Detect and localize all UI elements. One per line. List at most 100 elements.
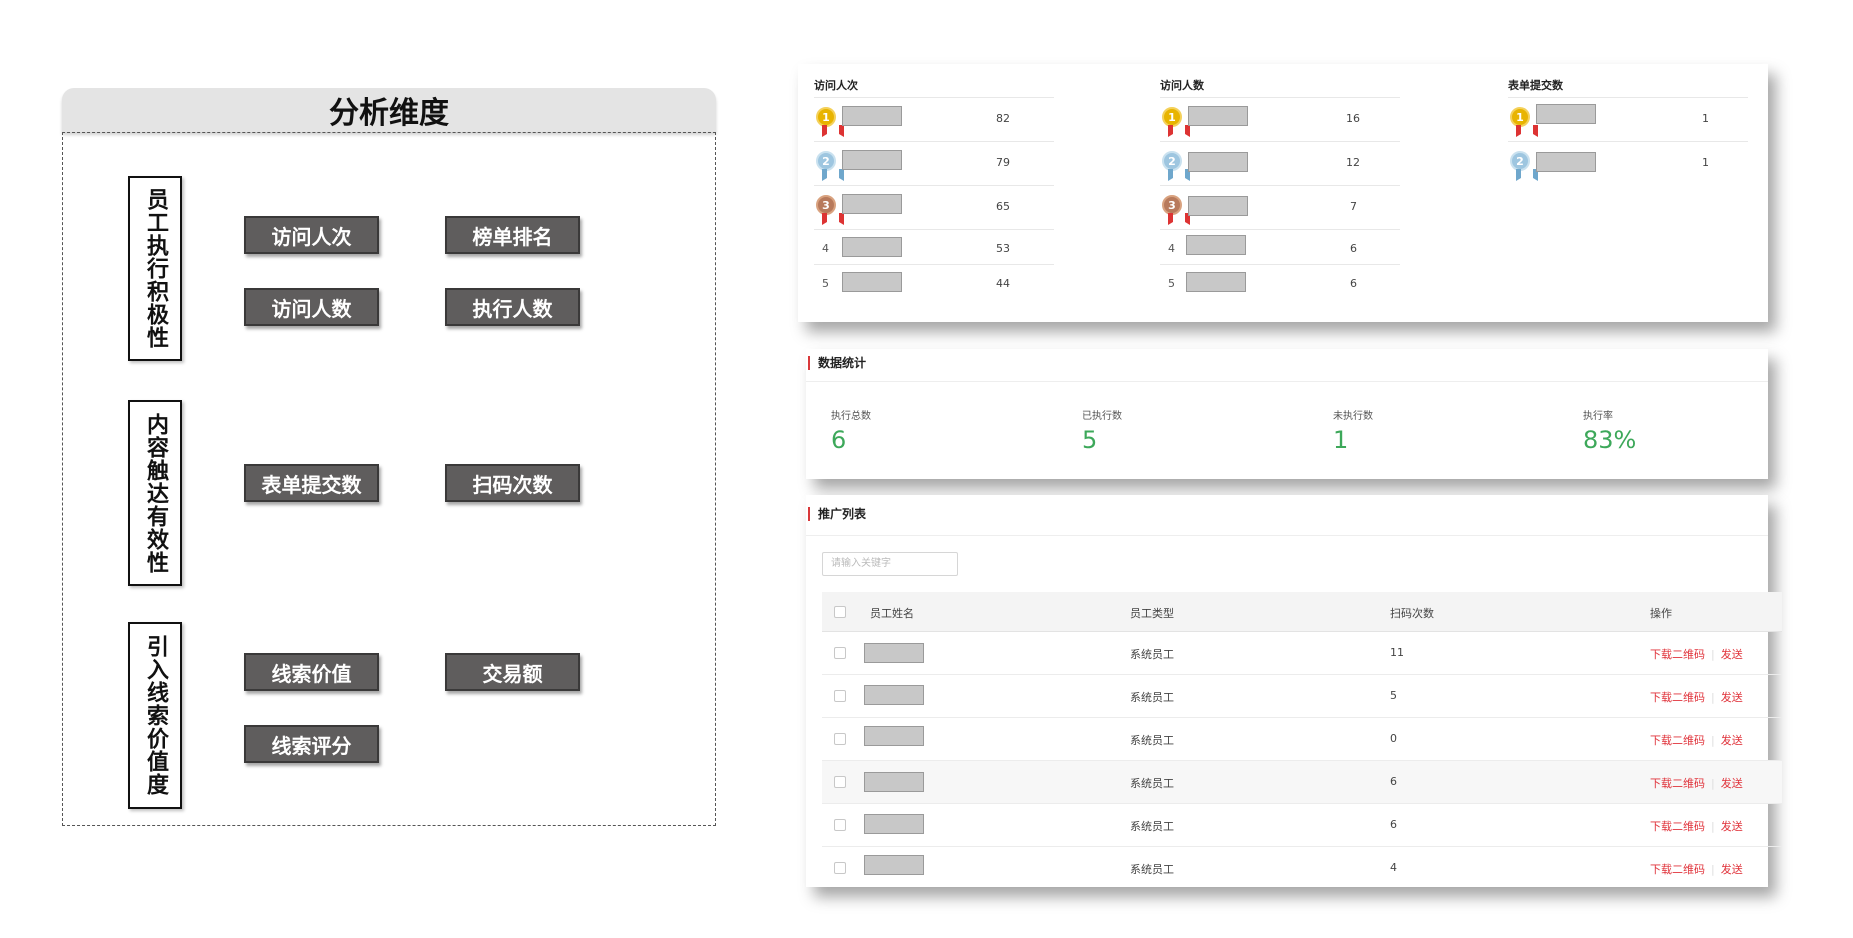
group-label-lead-value: 引入线索价值度	[128, 622, 182, 809]
stat-total: 执行总数 6	[831, 407, 871, 454]
gold-medal-icon: 1	[1510, 107, 1538, 137]
tag-lead-value: 线索价值	[244, 653, 379, 691]
stats-title: 数据统计	[808, 356, 866, 370]
promo-list-title: 推广列表	[808, 507, 866, 521]
ranking-title: 访问人次	[814, 74, 1054, 98]
download-qr-link[interactable]: 下载二维码	[1650, 820, 1705, 833]
redacted-avatar	[1188, 196, 1248, 216]
stat-value: 5	[1082, 426, 1098, 454]
row-actions: 下载二维码 | 发送	[1650, 818, 1743, 834]
ranking-form-submits: 表单提交数 1 1 2 1	[1508, 74, 1748, 186]
stat-value: 83%	[1583, 426, 1637, 454]
ranking-visits: 访问人次 1 82 2 79 3 65 4 53 5 44	[814, 74, 1054, 300]
redacted-name	[864, 772, 924, 792]
ranking-title: 表单提交数	[1508, 74, 1748, 98]
row-actions: 下载二维码 | 发送	[1650, 689, 1743, 705]
col-employee-type[interactable]: 员工类型	[1130, 605, 1174, 621]
redacted-avatar	[842, 237, 902, 257]
download-qr-link[interactable]: 下载二维码	[1650, 777, 1705, 790]
send-link[interactable]: 发送	[1721, 863, 1743, 876]
scan-count: 4	[1390, 861, 1397, 874]
analysis-title: 分析维度	[62, 88, 716, 132]
scan-count: 6	[1390, 818, 1397, 831]
rank-number: 4	[1168, 242, 1175, 255]
select-all-checkbox[interactable]	[834, 606, 846, 618]
download-qr-link[interactable]: 下载二维码	[1650, 691, 1705, 704]
tag-form-submits: 表单提交数	[244, 464, 379, 502]
action-separator: |	[1711, 820, 1715, 833]
employee-type: 系统员工	[1130, 820, 1174, 833]
gold-medal-icon: 1	[1162, 107, 1190, 137]
row-checkbox[interactable]	[834, 776, 846, 788]
stat-label: 未执行数	[1333, 411, 1373, 422]
tag-visit-count: 访问人次	[244, 216, 379, 254]
action-separator: |	[1711, 777, 1715, 790]
stat-value: 1	[1333, 426, 1349, 454]
redacted-avatar	[1186, 272, 1246, 292]
redacted-name	[864, 685, 924, 705]
ranking-title: 访问人数	[1160, 74, 1400, 98]
row-checkbox[interactable]	[834, 647, 846, 659]
tag-visitor-count: 访问人数	[244, 288, 379, 326]
redacted-name	[864, 855, 924, 875]
ranking-visitors: 访问人数 1 16 2 12 3 7 4 6 5 6	[1160, 74, 1400, 300]
silver-medal-icon: 2	[816, 151, 844, 181]
rank-value: 12	[1346, 156, 1360, 169]
keyword-search-input[interactable]: 请输入关键字	[822, 552, 958, 576]
silver-medal-icon: 2	[1162, 151, 1190, 181]
stat-rate: 执行率 83%	[1583, 407, 1636, 454]
rank-number: 4	[822, 242, 829, 255]
stat-label: 执行率	[1583, 411, 1613, 422]
table-row: 系统员工 6 下载二维码 | 发送	[822, 761, 1782, 804]
promo-list-card: 推广列表 请输入关键字 员工姓名 员工类型 扫码次数 操作 系统员工 11 下载…	[806, 495, 1782, 887]
bronze-medal-icon: 3	[1162, 195, 1190, 225]
scan-count: 11	[1390, 646, 1404, 659]
tag-lead-score: 线索评分	[244, 725, 379, 763]
col-employee-name[interactable]: 员工姓名	[870, 605, 914, 621]
employee-type: 系统员工	[1130, 734, 1174, 747]
col-scan-count[interactable]: 扫码次数	[1390, 605, 1434, 621]
row-actions: 下载二维码 | 发送	[1650, 732, 1743, 748]
rank-number: 5	[822, 277, 829, 290]
group-label-employee-activity: 员工执行积极性	[128, 176, 182, 361]
download-qr-link[interactable]: 下载二维码	[1650, 648, 1705, 661]
silver-medal-icon: 2	[1510, 151, 1538, 181]
row-actions: 下载二维码 | 发送	[1650, 775, 1743, 791]
row-actions: 下载二维码 | 发送	[1650, 646, 1743, 662]
rank-value: 1	[1702, 156, 1709, 169]
redacted-name	[864, 726, 924, 746]
stat-label: 执行总数	[831, 411, 871, 422]
stat-executed: 已执行数 5	[1082, 407, 1122, 454]
table-row: 系统员工 4 下载二维码 | 发送	[822, 847, 1782, 890]
action-separator: |	[1711, 734, 1715, 747]
redacted-avatar	[1188, 152, 1248, 172]
rank-value: 44	[996, 277, 1010, 290]
stat-value: 6	[831, 426, 847, 454]
send-link[interactable]: 发送	[1721, 820, 1743, 833]
rank-value: 79	[996, 156, 1010, 169]
download-qr-link[interactable]: 下载二维码	[1650, 863, 1705, 876]
tag-executor-count: 执行人数	[445, 288, 580, 326]
table-row: 系统员工 5 下载二维码 | 发送	[822, 675, 1782, 718]
row-checkbox[interactable]	[834, 690, 846, 702]
send-link[interactable]: 发送	[1721, 734, 1743, 747]
stats-card: 数据统计 执行总数 6 已执行数 5 未执行数 1 执行率 83%	[806, 349, 1768, 479]
send-link[interactable]: 发送	[1721, 777, 1743, 790]
employee-type: 系统员工	[1130, 777, 1174, 790]
row-checkbox[interactable]	[834, 819, 846, 831]
divider	[806, 535, 1768, 536]
download-qr-link[interactable]: 下载二维码	[1650, 734, 1705, 747]
rank-value: 16	[1346, 112, 1360, 125]
rank-number: 5	[1168, 277, 1175, 290]
row-checkbox[interactable]	[834, 862, 846, 874]
row-checkbox[interactable]	[834, 733, 846, 745]
rank-value: 1	[1702, 112, 1709, 125]
send-link[interactable]: 发送	[1721, 691, 1743, 704]
send-link[interactable]: 发送	[1721, 648, 1743, 661]
stat-unexecuted: 未执行数 1	[1333, 407, 1373, 454]
scan-count: 6	[1390, 775, 1397, 788]
redacted-avatar	[1536, 152, 1596, 172]
employee-type: 系统员工	[1130, 648, 1174, 661]
tag-scan-count: 扫码次数	[445, 464, 580, 502]
redacted-avatar	[842, 106, 902, 126]
